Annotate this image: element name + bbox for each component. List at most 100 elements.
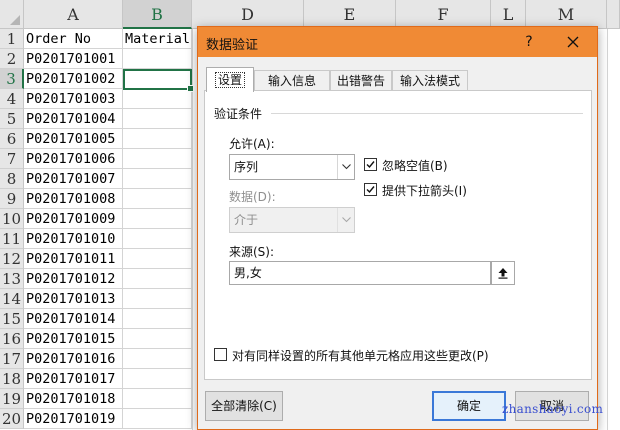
active-cell-b3[interactable] xyxy=(123,69,194,92)
close-button[interactable] xyxy=(560,31,586,53)
row-header[interactable]: 8 xyxy=(0,169,24,189)
row-header[interactable]: 20 xyxy=(0,409,24,429)
cell-b[interactable] xyxy=(123,389,192,409)
row-header[interactable]: 9 xyxy=(0,189,24,209)
data-select: 介于 xyxy=(229,207,355,233)
data-validation-dialog: 数据验证 ? 设置 输入信息 出错警告 输入法模式 验证条件 允许(A): 序列… xyxy=(197,26,598,430)
cell-b[interactable] xyxy=(123,149,192,169)
cell-a[interactable]: P0201701004 xyxy=(24,109,123,129)
column-header-f[interactable]: F xyxy=(396,0,491,29)
row-header[interactable]: 18 xyxy=(0,369,24,389)
cell-b[interactable] xyxy=(123,189,192,209)
select-all-corner[interactable] xyxy=(0,0,24,29)
cell-b[interactable] xyxy=(123,129,192,149)
tab-error-alert[interactable]: 出错警告 xyxy=(330,70,392,91)
in-cell-dropdown-checkbox[interactable] xyxy=(364,183,377,196)
row-header[interactable]: 3 xyxy=(0,69,24,89)
row-header[interactable]: 17 xyxy=(0,349,24,369)
in-cell-dropdown-label[interactable]: 提供下拉箭头(I) xyxy=(382,182,467,199)
tab-settings[interactable]: 设置 xyxy=(206,67,254,92)
cell-b[interactable] xyxy=(123,169,192,189)
close-icon xyxy=(567,36,579,48)
data-label: 数据(D): xyxy=(229,190,276,204)
cell-b[interactable] xyxy=(123,409,192,429)
chevron-down-icon xyxy=(337,208,354,232)
row-header[interactable]: 19 xyxy=(0,389,24,409)
row-header[interactable]: 12 xyxy=(0,249,24,269)
column-header-partial[interactable] xyxy=(607,0,620,29)
column-header-b[interactable]: B xyxy=(123,0,192,29)
cell-b[interactable] xyxy=(123,209,192,229)
cell-a[interactable]: P0201701001 xyxy=(24,49,123,69)
cell-a[interactable]: P0201701002 xyxy=(24,69,123,89)
tab-input-message[interactable]: 输入信息 xyxy=(254,70,330,91)
row-header[interactable]: 4 xyxy=(0,89,24,109)
row-header[interactable]: 2 xyxy=(0,49,24,69)
column-header-e[interactable]: E xyxy=(304,0,396,29)
checkmark-icon xyxy=(366,161,375,169)
allow-select[interactable]: 序列 xyxy=(229,154,355,180)
row-header[interactable]: 6 xyxy=(0,129,24,149)
tab-ime-mode[interactable]: 输入法模式 xyxy=(392,70,468,91)
cell-b[interactable] xyxy=(123,309,192,329)
cell-b[interactable] xyxy=(123,269,192,289)
cell-a[interactable]: P0201701005 xyxy=(24,129,123,149)
cell-a[interactable]: Order No xyxy=(24,29,123,49)
source-range-picker-button[interactable] xyxy=(491,261,515,285)
cell-b[interactable] xyxy=(123,329,192,349)
cell-a[interactable]: P0201701012 xyxy=(24,269,123,289)
data-select-value: 介于 xyxy=(234,213,259,227)
row-header[interactable]: 11 xyxy=(0,229,24,249)
cell-a[interactable]: P0201701019 xyxy=(24,409,123,429)
cell-a[interactable]: P0201701007 xyxy=(24,169,123,189)
settings-panel: 验证条件 允许(A): 序列 忽略空值(B) 提供下拉箭头(I) 数据(D): … xyxy=(204,90,592,380)
allow-label: 允许(A): xyxy=(229,137,275,151)
column-header-a[interactable]: A xyxy=(24,0,123,29)
cell-b[interactable] xyxy=(123,249,192,269)
apply-to-all-label[interactable]: 对有同样设置的所有其他单元格应用这些更改(P) xyxy=(232,347,489,364)
validation-criteria-label: 验证条件 xyxy=(214,105,267,122)
row-header[interactable]: 10 xyxy=(0,209,24,229)
column-header-d[interactable]: D xyxy=(192,0,304,29)
cell-a[interactable]: P0201701015 xyxy=(24,329,123,349)
cell-a[interactable]: P0201701009 xyxy=(24,209,123,229)
ok-button[interactable]: 确定 xyxy=(432,391,506,421)
cell-b1[interactable]: Material xyxy=(123,29,192,49)
cell-b[interactable] xyxy=(123,89,192,109)
cell-b[interactable] xyxy=(123,349,192,369)
cell-a[interactable]: P0201701003 xyxy=(24,89,123,109)
cell-b[interactable] xyxy=(123,229,192,249)
cell-a[interactable]: P0201701017 xyxy=(24,369,123,389)
row-header[interactable]: 1 xyxy=(0,29,24,49)
cell-b[interactable] xyxy=(123,49,192,69)
cell-a[interactable]: P0201701006 xyxy=(24,149,123,169)
dialog-title: 数据验证 xyxy=(206,38,259,53)
cell-a[interactable]: P0201701016 xyxy=(24,349,123,369)
row-header[interactable]: 16 xyxy=(0,329,24,349)
row-header[interactable]: 13 xyxy=(0,269,24,289)
cell-a[interactable]: P0201701018 xyxy=(24,389,123,409)
column-header-l[interactable]: L xyxy=(491,0,526,29)
column-header-m[interactable]: M xyxy=(526,0,607,29)
cell-a[interactable]: P0201701014 xyxy=(24,309,123,329)
row-header[interactable]: 15 xyxy=(0,309,24,329)
clear-all-button[interactable]: 全部清除(C) xyxy=(205,391,283,421)
dialog-title-bar[interactable]: 数据验证 ? xyxy=(198,27,597,57)
row-header[interactable]: 14 xyxy=(0,289,24,309)
help-button[interactable]: ? xyxy=(518,31,540,53)
cell-b[interactable] xyxy=(123,109,192,129)
cell-b[interactable] xyxy=(123,369,192,389)
ignore-blank-label[interactable]: 忽略空值(B) xyxy=(382,157,448,174)
cell-a[interactable]: P0201701008 xyxy=(24,189,123,209)
source-input[interactable]: 男,女 xyxy=(229,261,491,285)
cell-a[interactable]: P0201701010 xyxy=(24,229,123,249)
allow-select-value: 序列 xyxy=(234,160,259,174)
row-header[interactable]: 7 xyxy=(0,149,24,169)
cell-a[interactable]: P0201701013 xyxy=(24,289,123,309)
apply-to-all-checkbox[interactable] xyxy=(214,348,227,361)
row-header[interactable]: 5 xyxy=(0,109,24,129)
cell-a[interactable]: P0201701011 xyxy=(24,249,123,269)
ignore-blank-checkbox[interactable] xyxy=(364,158,377,171)
collapse-dialog-icon xyxy=(498,268,508,279)
cell-b[interactable] xyxy=(123,289,192,309)
